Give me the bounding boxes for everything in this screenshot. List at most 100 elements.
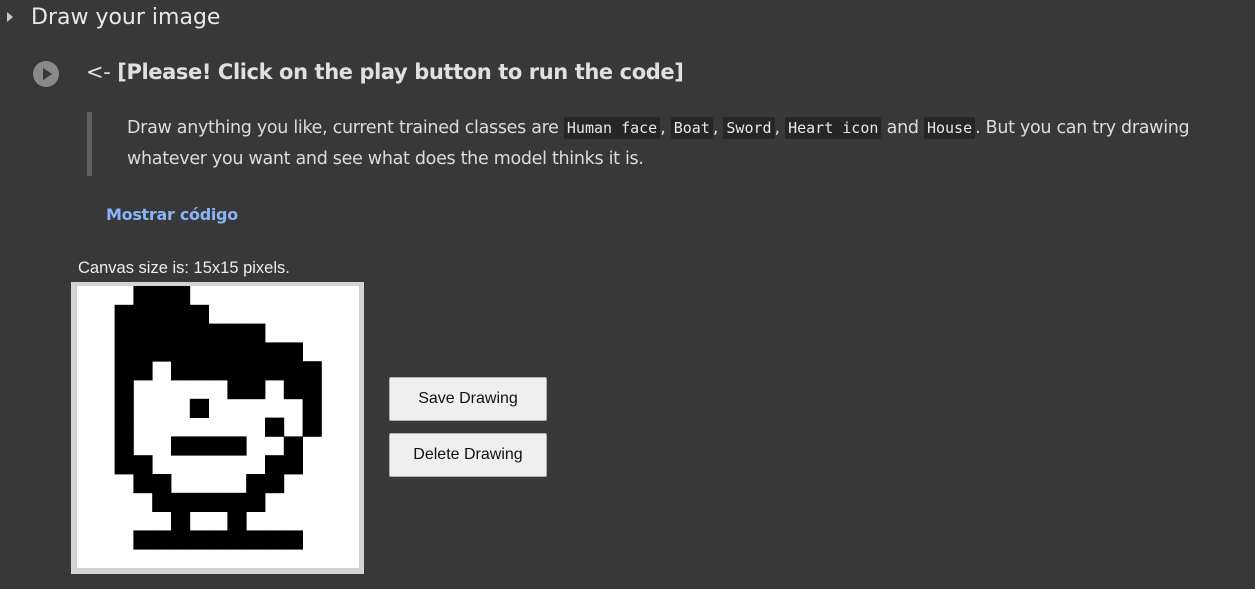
canvas-pixel[interactable] xyxy=(246,530,266,550)
canvas-size-label: Canvas size is: 15x15 pixels. xyxy=(78,259,290,277)
canvas-pixel[interactable] xyxy=(283,380,303,400)
cell-title-arrow: <- xyxy=(86,60,111,84)
canvas-pixel[interactable] xyxy=(171,323,191,343)
separator: , xyxy=(712,118,724,138)
canvas-pixel[interactable] xyxy=(302,380,322,400)
canvas-pixel[interactable] xyxy=(227,530,247,550)
canvas-pixel[interactable] xyxy=(152,474,172,494)
canvas-pixel[interactable] xyxy=(227,380,247,400)
canvas-pixel[interactable] xyxy=(171,342,191,362)
cell-title: <- [Please! Click on the play button to … xyxy=(86,60,684,84)
canvas-pixel[interactable] xyxy=(114,323,134,343)
canvas-pixel[interactable] xyxy=(283,342,303,362)
canvas-pixel[interactable] xyxy=(133,342,153,362)
canvas-pixel[interactable] xyxy=(265,342,285,362)
canvas-pixel[interactable] xyxy=(208,436,228,456)
section-title: Draw your image xyxy=(31,5,221,30)
canvas-pixel[interactable] xyxy=(152,323,172,343)
canvas-pixel[interactable] xyxy=(171,436,191,456)
canvas-pixel[interactable] xyxy=(283,530,303,550)
canvas-pixel[interactable] xyxy=(189,436,209,456)
canvas-pixel[interactable] xyxy=(189,398,209,418)
canvas-pixel[interactable] xyxy=(227,342,247,362)
notebook-page: Draw your image <- [Please! Click on the… xyxy=(0,0,1255,589)
collapse-caret-icon[interactable] xyxy=(7,12,13,22)
show-code-link[interactable]: Mostrar código xyxy=(106,205,238,224)
canvas-pixel[interactable] xyxy=(227,492,247,512)
play-icon xyxy=(43,68,52,80)
canvas-pixel[interactable] xyxy=(152,342,172,362)
canvas-pixel[interactable] xyxy=(114,380,134,400)
canvas-pixel[interactable] xyxy=(171,511,191,531)
canvas-pixel[interactable] xyxy=(189,530,209,550)
canvas-pixel[interactable] xyxy=(189,323,209,343)
canvas-pixel[interactable] xyxy=(302,398,322,418)
run-cell-button[interactable] xyxy=(33,61,59,87)
canvas-pixel[interactable] xyxy=(265,474,285,494)
separator: , xyxy=(774,118,786,138)
canvas-pixel[interactable] xyxy=(114,304,134,324)
canvas-pixel[interactable] xyxy=(265,530,285,550)
canvas-pixel[interactable] xyxy=(114,342,134,362)
canvas-pixel[interactable] xyxy=(246,380,266,400)
canvas-pixel[interactable] xyxy=(189,304,209,324)
canvas-pixel[interactable] xyxy=(246,492,266,512)
canvas-pixel[interactable] xyxy=(283,361,303,381)
class-boat: Boat xyxy=(670,117,713,139)
canvas-pixel[interactable] xyxy=(171,361,191,381)
drawing-canvas[interactable] xyxy=(77,286,359,568)
canvas-pixel[interactable] xyxy=(152,304,172,324)
canvas-pixel[interactable] xyxy=(208,342,228,362)
canvas-pixel[interactable] xyxy=(171,492,191,512)
section-header[interactable]: Draw your image xyxy=(0,0,600,40)
canvas-pixel[interactable] xyxy=(246,323,266,343)
canvas-pixel[interactable] xyxy=(114,436,134,456)
canvas-pixel[interactable] xyxy=(302,361,322,381)
separator: , xyxy=(660,118,671,138)
canvas-pixel[interactable] xyxy=(133,286,153,306)
canvas-pixel[interactable] xyxy=(114,417,134,437)
canvas-pixel[interactable] xyxy=(265,417,285,437)
class-human-face: Human face xyxy=(563,117,661,139)
canvas-pixel[interactable] xyxy=(114,455,134,475)
canvas-pixel[interactable] xyxy=(208,323,228,343)
canvas-pixel[interactable] xyxy=(265,455,285,475)
canvas-pixel[interactable] xyxy=(152,492,172,512)
canvas-pixel[interactable] xyxy=(114,361,134,381)
canvas-pixel[interactable] xyxy=(283,455,303,475)
canvas-pixel[interactable] xyxy=(133,323,153,343)
canvas-pixel[interactable] xyxy=(152,530,172,550)
canvas-pixel[interactable] xyxy=(227,361,247,381)
delete-drawing-button[interactable]: Delete Drawing xyxy=(389,433,547,477)
canvas-pixel[interactable] xyxy=(246,361,266,381)
cell-title-text: [Please! Click on the play button to run… xyxy=(117,60,684,84)
canvas-pixel[interactable] xyxy=(227,436,247,456)
save-drawing-button[interactable]: Save Drawing xyxy=(389,377,547,421)
canvas-pixel[interactable] xyxy=(208,492,228,512)
canvas-pixel[interactable] xyxy=(171,530,191,550)
canvas-pixel[interactable] xyxy=(152,286,172,306)
canvas-pixel[interactable] xyxy=(208,361,228,381)
canvas-pixel[interactable] xyxy=(189,361,209,381)
canvas-pixel[interactable] xyxy=(246,474,266,494)
class-heart-icon: Heart icon xyxy=(785,117,882,139)
canvas-pixel[interactable] xyxy=(227,511,247,531)
canvas-pixel[interactable] xyxy=(189,342,209,362)
canvas-pixel[interactable] xyxy=(133,530,153,550)
canvas-pixel[interactable] xyxy=(283,436,303,456)
canvas-pixel[interactable] xyxy=(227,323,247,343)
canvas-pixel[interactable] xyxy=(133,304,153,324)
canvas-pixel[interactable] xyxy=(133,455,153,475)
canvas-pixel[interactable] xyxy=(246,342,266,362)
canvas-pixel[interactable] xyxy=(302,417,322,437)
class-house: House xyxy=(923,117,976,139)
canvas-pixel[interactable] xyxy=(171,286,191,306)
canvas-pixel[interactable] xyxy=(189,492,209,512)
canvas-pixel[interactable] xyxy=(171,304,191,324)
canvas-pixel[interactable] xyxy=(133,474,153,494)
canvas-pixel[interactable] xyxy=(208,530,228,550)
canvas-pixel[interactable] xyxy=(133,361,153,381)
canvas-pixel[interactable] xyxy=(265,361,285,381)
canvas-pixel[interactable] xyxy=(114,398,134,418)
description-text: Draw anything you like, current trained … xyxy=(127,113,1247,175)
